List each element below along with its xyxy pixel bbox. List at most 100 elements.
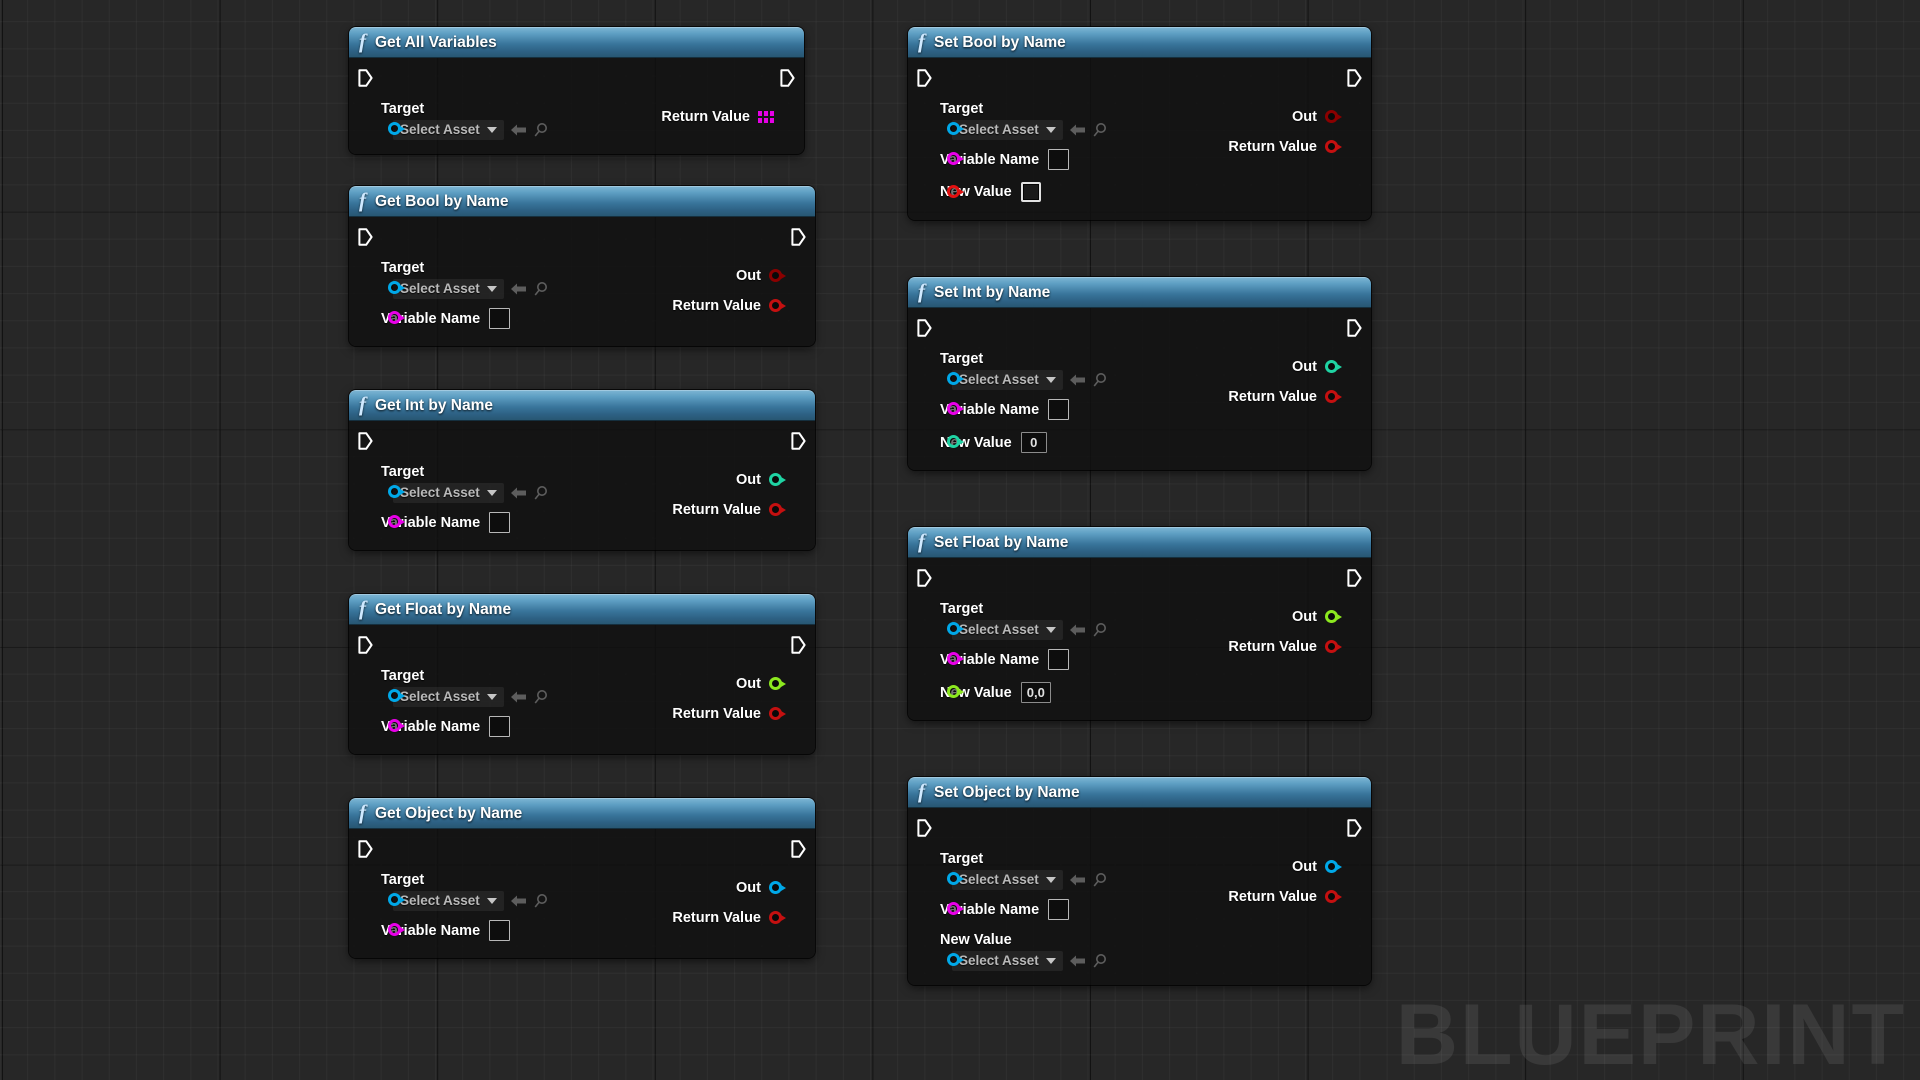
variable-name-input[interactable]	[489, 308, 511, 329]
asset-selector[interactable]: Select Asset	[952, 620, 1108, 640]
input-target-pin-icon[interactable]	[388, 121, 405, 137]
select-asset-dropdown[interactable]: Select Asset	[393, 891, 504, 911]
input-target-pin-icon[interactable]	[947, 621, 964, 637]
exec-out-pin-icon[interactable]	[780, 69, 795, 87]
exec-out-pin-icon[interactable]	[791, 228, 806, 246]
output-return-value-array-pin-icon[interactable]	[758, 111, 774, 123]
chevron-down-icon[interactable]	[486, 489, 497, 496]
node-header-get-bool-by-name[interactable]: f Get Bool by Name	[349, 186, 815, 217]
node-header-get-object-by-name[interactable]: f Get Object by Name	[349, 798, 815, 829]
output-return-value-pin-icon[interactable]	[1325, 139, 1342, 155]
input-new-value-pin-icon[interactable]	[947, 952, 964, 968]
new-value-number-input[interactable]: 0	[1020, 432, 1047, 453]
asset-selector[interactable]: Select Asset	[393, 687, 549, 707]
browse-asset-magnifier-icon[interactable]	[533, 122, 549, 138]
chevron-down-icon[interactable]	[486, 897, 497, 904]
use-selected-asset-arrow-icon[interactable]	[1069, 954, 1086, 968]
chevron-down-icon[interactable]	[486, 285, 497, 292]
node-set-object-by-name[interactable]: f Set Object by Name Out Return Value Target…	[908, 777, 1371, 985]
variable-name-input[interactable]	[1048, 899, 1070, 920]
use-selected-asset-arrow-icon[interactable]	[510, 282, 527, 296]
asset-selector[interactable]: Select Asset	[952, 870, 1108, 890]
node-get-float-by-name[interactable]: f Get Float by Name Out Return Value Target S…	[349, 594, 815, 754]
output-out-pin-icon[interactable]	[769, 472, 786, 488]
input-variable-name-pin-icon[interactable]	[947, 651, 964, 667]
select-asset-dropdown[interactable]: Select Asset	[952, 120, 1063, 140]
asset-selector[interactable]: Select Asset	[393, 891, 549, 911]
input-target-pin-icon[interactable]	[388, 688, 405, 704]
node-get-all-variables[interactable]: f Get All Variables Return Value Target Sele…	[349, 27, 804, 154]
variable-name-input[interactable]	[489, 920, 511, 941]
select-asset-dropdown[interactable]: Select Asset	[393, 120, 504, 140]
chevron-down-icon[interactable]	[1045, 626, 1056, 633]
output-return-value-pin-icon[interactable]	[1325, 889, 1342, 905]
node-get-object-by-name[interactable]: f Get Object by Name Out Return Value Target…	[349, 798, 815, 958]
input-new-value-pin-icon[interactable]	[947, 434, 964, 450]
input-new-value-pin-icon[interactable]	[947, 684, 964, 700]
use-selected-asset-arrow-icon[interactable]	[510, 894, 527, 908]
new-value-number-input[interactable]: 0,0	[1020, 682, 1051, 703]
use-selected-asset-arrow-icon[interactable]	[1069, 373, 1086, 387]
use-selected-asset-arrow-icon[interactable]	[510, 123, 527, 137]
node-set-int-by-name[interactable]: f Set Int by Name Out Return Value Target Sel…	[908, 277, 1371, 470]
exec-in-pin-icon[interactable]	[358, 228, 373, 246]
select-asset-dropdown[interactable]: Select Asset	[952, 870, 1063, 890]
input-variable-name-pin-icon[interactable]	[947, 901, 964, 917]
input-variable-name-pin-icon[interactable]	[388, 922, 405, 938]
output-out-pin-icon[interactable]	[769, 268, 786, 284]
use-selected-asset-arrow-icon[interactable]	[510, 486, 527, 500]
browse-asset-magnifier-icon[interactable]	[533, 689, 549, 705]
exec-out-pin-icon[interactable]	[1347, 569, 1362, 587]
exec-in-pin-icon[interactable]	[917, 569, 932, 587]
input-variable-name-pin-icon[interactable]	[388, 514, 405, 530]
variable-name-input[interactable]	[1048, 399, 1070, 420]
node-get-bool-by-name[interactable]: f Get Bool by Name Out Return Value Target Se…	[349, 186, 815, 346]
chevron-down-icon[interactable]	[1045, 876, 1056, 883]
exec-in-pin-icon[interactable]	[358, 636, 373, 654]
variable-name-input[interactable]	[1048, 149, 1070, 170]
select-asset-dropdown[interactable]: Select Asset	[393, 279, 504, 299]
blueprint-graph-canvas[interactable]: f Get All Variables Return Value Target Sele…	[0, 0, 1920, 1080]
output-out-pin-icon[interactable]	[769, 676, 786, 692]
node-get-int-by-name[interactable]: f Get Int by Name Out Return Value Target Sel…	[349, 390, 815, 550]
chevron-down-icon[interactable]	[1045, 376, 1056, 383]
select-asset-dropdown[interactable]: Select Asset	[393, 483, 504, 503]
exec-in-pin-icon[interactable]	[358, 69, 373, 87]
input-target-pin-icon[interactable]	[388, 892, 405, 908]
input-variable-name-pin-icon[interactable]	[388, 310, 405, 326]
use-selected-asset-arrow-icon[interactable]	[1069, 123, 1086, 137]
use-selected-asset-arrow-icon[interactable]	[1069, 873, 1086, 887]
browse-asset-magnifier-icon[interactable]	[1092, 622, 1108, 638]
chevron-down-icon[interactable]	[486, 126, 497, 133]
asset-selector[interactable]: Select Asset	[393, 483, 549, 503]
browse-asset-magnifier-icon[interactable]	[533, 485, 549, 501]
node-set-bool-by-name[interactable]: f Set Bool by Name Out Return Value Target Se…	[908, 27, 1371, 220]
input-variable-name-pin-icon[interactable]	[947, 401, 964, 417]
output-out-pin-icon[interactable]	[1325, 109, 1342, 125]
output-return-value-pin-icon[interactable]	[1325, 639, 1342, 655]
select-asset-dropdown[interactable]: Select Asset	[393, 687, 504, 707]
new-value-checkbox[interactable]	[1020, 182, 1041, 202]
use-selected-asset-arrow-icon[interactable]	[510, 690, 527, 704]
exec-out-pin-icon[interactable]	[1347, 69, 1362, 87]
output-return-value-pin-icon[interactable]	[769, 706, 786, 722]
input-target-pin-icon[interactable]	[388, 280, 405, 296]
browse-asset-magnifier-icon[interactable]	[1092, 953, 1108, 969]
exec-out-pin-icon[interactable]	[1347, 819, 1362, 837]
node-set-float-by-name[interactable]: f Set Float by Name Out Return Value Target S…	[908, 527, 1371, 720]
output-return-value-pin-icon[interactable]	[769, 502, 786, 518]
output-out-pin-icon[interactable]	[1325, 609, 1342, 625]
asset-selector[interactable]: Select Asset	[393, 120, 549, 140]
node-header-set-bool-by-name[interactable]: f Set Bool by Name	[908, 27, 1371, 58]
node-header-get-all-variables[interactable]: f Get All Variables	[349, 27, 804, 58]
node-header-set-int-by-name[interactable]: f Set Int by Name	[908, 277, 1371, 308]
asset-selector[interactable]: Select Asset	[952, 370, 1108, 390]
input-target-pin-icon[interactable]	[388, 484, 405, 500]
asset-selector[interactable]: Select Asset	[393, 279, 549, 299]
output-out-pin-icon[interactable]	[1325, 859, 1342, 875]
output-out-pin-icon[interactable]	[1325, 359, 1342, 375]
output-out-pin-icon[interactable]	[769, 880, 786, 896]
exec-in-pin-icon[interactable]	[358, 432, 373, 450]
input-variable-name-pin-icon[interactable]	[947, 151, 964, 167]
browse-asset-magnifier-icon[interactable]	[533, 893, 549, 909]
